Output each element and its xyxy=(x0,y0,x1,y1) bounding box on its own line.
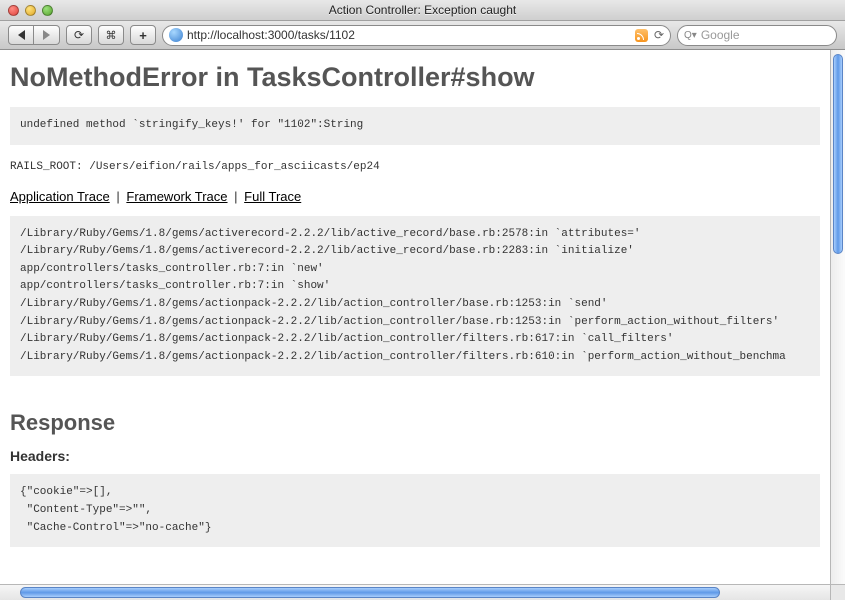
error-message: undefined method `stringify_keys!' for "… xyxy=(10,107,820,145)
error-title: NoMethodError in TasksController#show xyxy=(10,62,820,93)
application-trace-link[interactable]: Application Trace xyxy=(10,189,110,204)
framework-trace-link[interactable]: Framework Trace xyxy=(126,189,227,204)
plus-icon: + xyxy=(139,28,147,43)
window-controls xyxy=(0,5,53,16)
browser-toolbar: ⟳ ⌘ + http://localhost:3000/tasks/1102 ⟳… xyxy=(0,21,845,50)
full-trace-link[interactable]: Full Trace xyxy=(244,189,301,204)
rss-icon[interactable] xyxy=(635,29,648,42)
add-tab-button[interactable]: + xyxy=(130,25,156,45)
window-title: Action Controller: Exception caught xyxy=(0,3,845,17)
zoom-window-button[interactable] xyxy=(42,5,53,16)
reload-icon: ⟳ xyxy=(74,28,84,42)
window-titlebar: Action Controller: Exception caught xyxy=(0,0,845,21)
address-bar[interactable]: http://localhost:3000/tasks/1102 ⟳ xyxy=(162,25,671,46)
forward-icon xyxy=(43,30,50,40)
rails-root: RAILS_ROOT: /Users/eifion/rails/apps_for… xyxy=(10,161,820,173)
search-provider-icon: Q▾ xyxy=(684,30,697,41)
rails-root-label: RAILS_ROOT: xyxy=(10,161,83,173)
nav-buttons xyxy=(8,25,60,45)
search-field[interactable]: Q▾ Google xyxy=(677,25,837,46)
resize-corner[interactable] xyxy=(830,584,845,600)
minimize-window-button[interactable] xyxy=(25,5,36,16)
stack-trace: /Library/Ruby/Gems/1.8/gems/activerecord… xyxy=(10,216,820,377)
horizontal-scroll-thumb[interactable] xyxy=(20,587,720,598)
vertical-scroll-thumb[interactable] xyxy=(833,54,843,254)
reload-inline-icon[interactable]: ⟳ xyxy=(654,28,664,42)
url-text: http://localhost:3000/tasks/1102 xyxy=(187,28,631,42)
rails-root-path: /Users/eifion/rails/apps_for_asciicasts/… xyxy=(89,161,379,173)
site-icon xyxy=(169,28,183,42)
bookmark-button[interactable]: ⌘ xyxy=(98,25,124,45)
response-headers: {"cookie"=>[], "Content-Type"=>"", "Cach… xyxy=(10,474,820,547)
forward-button[interactable] xyxy=(34,25,60,45)
headers-label: Headers: xyxy=(10,448,820,464)
vertical-scrollbar[interactable] xyxy=(830,50,845,584)
back-icon xyxy=(18,30,25,40)
back-button[interactable] xyxy=(8,25,34,45)
search-placeholder: Google xyxy=(701,28,740,42)
close-window-button[interactable] xyxy=(8,5,19,16)
reload-button[interactable]: ⟳ xyxy=(66,25,92,45)
trace-links: Application Trace | Framework Trace | Fu… xyxy=(10,189,820,204)
bookmark-icon: ⌘ xyxy=(106,29,117,42)
page-content: NoMethodError in TasksController#show un… xyxy=(0,50,830,584)
horizontal-scrollbar[interactable] xyxy=(0,584,830,600)
response-heading: Response xyxy=(10,410,820,436)
